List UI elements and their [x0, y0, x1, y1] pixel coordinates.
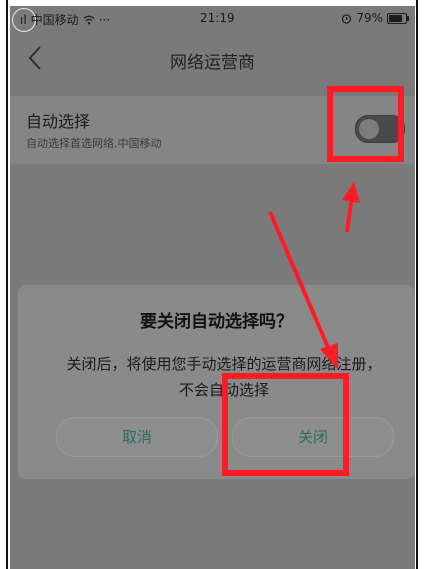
status-time: 21:19	[200, 11, 235, 25]
status-more: ···	[98, 12, 111, 27]
battery-percent: 79%	[356, 11, 383, 25]
alarm-icon	[342, 13, 352, 24]
highlight-box-close-button	[222, 373, 349, 476]
auto-select-title: 自动选择	[26, 112, 91, 131]
confirm-dialog: 要关闭自动选择吗？ 关闭后，将使用您手动选择的运营商网络注册，不会自动选择 取消…	[18, 285, 415, 479]
page-title: 网络运营商	[170, 53, 255, 73]
cancel-button[interactable]: 取消	[56, 417, 218, 457]
dialog-title: 要关闭自动选择吗？	[140, 312, 293, 332]
battery-icon	[387, 12, 409, 24]
highlight-box-toggle	[327, 86, 404, 162]
wifi-icon	[83, 15, 95, 24]
left-border	[0, 0, 10, 569]
carrier-name: 中国移动	[30, 13, 79, 27]
status-left: ıl 中国移动 ···	[20, 11, 110, 28]
status-bar: ıl 中国移动 ··· 21:19 79%	[10, 6, 415, 32]
signal-icon: ıl	[20, 12, 27, 27]
title-bar: 网络运营商	[10, 32, 415, 84]
auto-select-subtitle: 自动选择首选网络,中国移动	[26, 137, 162, 150]
right-border	[415, 0, 426, 569]
status-right: 79%	[341, 11, 409, 25]
